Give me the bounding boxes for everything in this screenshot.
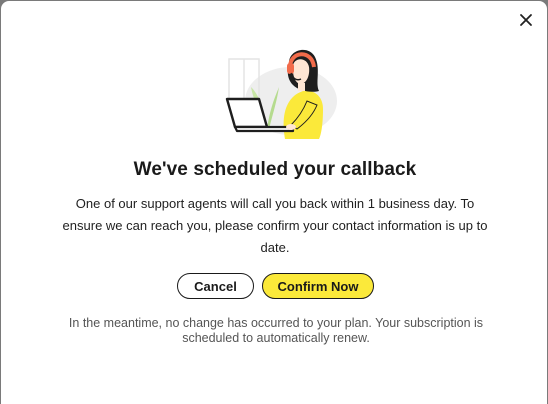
dialog-title: We've scheduled your callback <box>133 159 417 180</box>
dialog-body: One of our support agents will call you … <box>62 196 488 255</box>
close-button[interactable] <box>517 11 535 29</box>
confirm-now-button[interactable]: Confirm Now <box>262 273 374 299</box>
plan-footnote: In the meantime, no change has occurred … <box>68 316 484 345</box>
support-agent-illustration <box>211 39 343 143</box>
callback-dialog: We've scheduled your callback One of our… <box>1 1 547 404</box>
close-icon <box>520 14 532 26</box>
cancel-button[interactable]: Cancel <box>177 273 254 299</box>
